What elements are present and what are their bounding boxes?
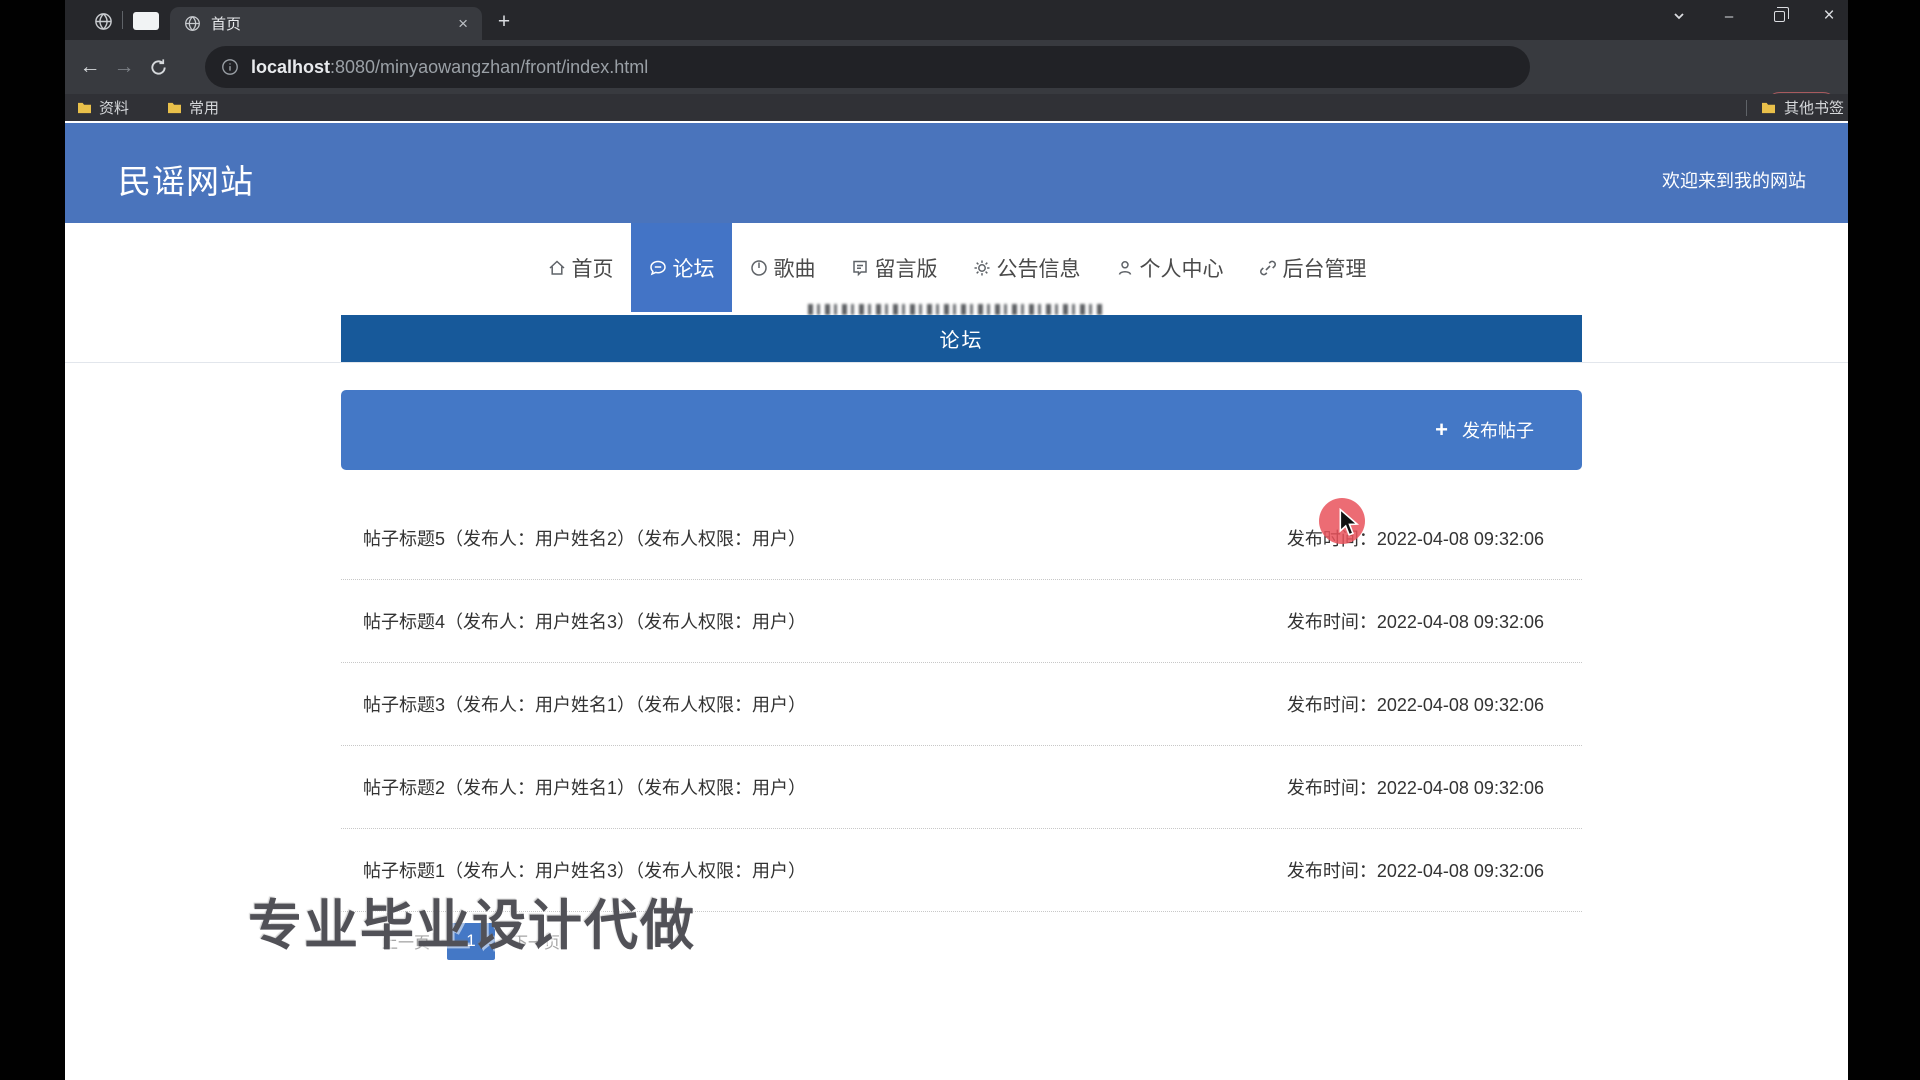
info-icon[interactable] <box>221 58 239 76</box>
post-time: 发布时间：2022-04-08 09:32:06 <box>1287 774 1544 800</box>
active-tab[interactable]: 首页 × <box>170 7 482 40</box>
folder-icon <box>1761 101 1776 114</box>
plus-icon: + <box>1435 417 1448 443</box>
nav-item-admin[interactable]: 后台管理 <box>1241 223 1384 312</box>
post-row: 帖子标题4（发布人：用户姓名3）（发布人权限：用户） 发布时间：2022-04-… <box>341 580 1582 663</box>
url-host: localhost <box>251 57 330 77</box>
obscured-text-smudge <box>808 304 1105 315</box>
bookmark-label: 资料 <box>99 97 129 118</box>
folder-icon <box>77 101 92 114</box>
nav-label: 个人中心 <box>1140 253 1224 283</box>
site-header: 民谣网站 欢迎来到我的网站 <box>65 123 1848 223</box>
restore-icon <box>1774 11 1785 22</box>
nav-item-user-center[interactable]: 个人中心 <box>1098 223 1241 312</box>
nav-label: 公告信息 <box>997 253 1081 283</box>
browser-window: 首页 × + – × ← → <box>65 0 1848 1080</box>
folder-icon <box>167 101 182 114</box>
nav-item-message-board[interactable]: 留言版 <box>833 223 955 312</box>
site-title: 民谣网站 <box>118 155 254 203</box>
mouse-cursor-icon <box>1336 508 1362 538</box>
nav-label: 首页 <box>572 253 614 283</box>
back-button[interactable]: ← <box>73 50 107 84</box>
link-icon <box>1258 258 1278 278</box>
bookmark-folder-changyong[interactable]: 常用 <box>167 97 219 118</box>
window-controls: – × <box>1668 0 1840 32</box>
browser-toolbar: ← → localhost:8080/minyaowangzhan/front/… <box>65 40 1848 94</box>
bookmark-folder-ziliao[interactable]: 资料 <box>77 97 129 118</box>
watermark-text: 专业毕业设计代做 <box>248 881 696 960</box>
gear-icon <box>972 258 992 278</box>
welcome-text: 欢迎来到我的网站 <box>1662 167 1806 193</box>
nav-label: 歌曲 <box>774 253 816 283</box>
clock-icon <box>749 258 769 278</box>
pinned-tab[interactable] <box>92 10 114 32</box>
publish-post-button[interactable]: + 发布帖子 <box>1435 414 1534 446</box>
nav-item-songs[interactable]: 歌曲 <box>732 223 833 312</box>
page-banner: 论坛 <box>341 315 1582 362</box>
post-row: 帖子标题2（发布人：用户姓名1）（发布人权限：用户） 发布时间：2022-04-… <box>341 746 1582 829</box>
bookmarks-bar: 资料 常用 其他书签 <box>65 94 1848 121</box>
home-icon <box>547 258 567 278</box>
tab-title: 首页 <box>211 13 454 34</box>
post-row: 帖子标题3（发布人：用户姓名1）（发布人权限：用户） 发布时间：2022-04-… <box>341 663 1582 746</box>
pinned-tab-blank[interactable] <box>133 12 159 30</box>
restore-button[interactable] <box>1768 5 1790 27</box>
post-title-link[interactable]: 帖子标题1（发布人：用户姓名3）（发布人权限：用户） <box>363 857 806 883</box>
desktop-right-strip <box>1848 0 1920 1080</box>
url-path: :8080/minyaowangzhan/front/index.html <box>330 57 648 77</box>
bookmarks-divider <box>1746 100 1747 116</box>
other-bookmarks-label: 其他书签 <box>1784 97 1844 118</box>
post-title-link[interactable]: 帖子标题2（发布人：用户姓名1）（发布人权限：用户） <box>363 774 806 800</box>
nav-item-home[interactable]: 首页 <box>530 223 631 312</box>
publish-toolbar: + 发布帖子 <box>341 390 1582 470</box>
globe-icon <box>94 12 113 31</box>
chat-bubble-icon <box>648 258 668 278</box>
post-row: 帖子标题5（发布人：用户姓名2）（发布人权限：用户） 发布时间：2022-04-… <box>341 497 1582 580</box>
tab-search-chevron-icon[interactable] <box>1668 5 1690 27</box>
forward-button[interactable]: → <box>107 50 141 84</box>
post-title-link[interactable]: 帖子标题3（发布人：用户姓名1）（发布人权限：用户） <box>363 691 806 717</box>
screen: 首页 × + – × ← → <box>0 0 1920 1080</box>
nav-label: 论坛 <box>673 253 715 283</box>
post-time: 发布时间：2022-04-08 09:32:06 <box>1287 608 1544 634</box>
note-icon <box>850 258 870 278</box>
minimize-button[interactable]: – <box>1718 5 1740 27</box>
reload-icon <box>149 58 168 77</box>
post-time: 发布时间：2022-04-08 09:32:06 <box>1287 691 1544 717</box>
post-time: 发布时间：2022-04-08 09:32:06 <box>1287 857 1544 883</box>
post-title-link[interactable]: 帖子标题5（发布人：用户姓名2）（发布人权限：用户） <box>363 525 806 551</box>
nav-item-announcements[interactable]: 公告信息 <box>955 223 1098 312</box>
tab-divider <box>122 11 123 29</box>
nav-label: 后台管理 <box>1283 253 1367 283</box>
main-nav: 首页 论坛 歌曲 留言版 公告信息 <box>65 223 1848 312</box>
header-divider <box>65 362 1848 363</box>
new-tab-button[interactable]: + <box>489 8 519 36</box>
desktop-left-strip <box>0 0 65 1080</box>
globe-icon <box>184 15 201 32</box>
page-title: 论坛 <box>940 324 984 353</box>
close-window-button[interactable]: × <box>1818 5 1840 27</box>
nav-label: 留言版 <box>875 253 938 283</box>
nav-item-forum[interactable]: 论坛 <box>631 223 732 312</box>
url-text: localhost:8080/minyaowangzhan/front/inde… <box>251 57 648 78</box>
bookmark-label: 常用 <box>189 97 219 118</box>
webpage: 民谣网站 欢迎来到我的网站 首页 论坛 歌曲 留言版 <box>65 121 1848 1080</box>
tab-strip: 首页 × + – × <box>65 0 1848 40</box>
post-title-link[interactable]: 帖子标题4（发布人：用户姓名3）（发布人权限：用户） <box>363 608 806 634</box>
other-bookmarks[interactable]: 其他书签 <box>1746 94 1848 121</box>
forum-post-list: 帖子标题5（发布人：用户姓名2）（发布人权限：用户） 发布时间：2022-04-… <box>341 497 1582 912</box>
reload-button[interactable] <box>141 50 175 84</box>
user-icon <box>1115 258 1135 278</box>
tab-close-icon[interactable]: × <box>454 14 472 34</box>
publish-post-label: 发布帖子 <box>1462 417 1534 443</box>
address-bar[interactable]: localhost:8080/minyaowangzhan/front/inde… <box>205 46 1530 88</box>
